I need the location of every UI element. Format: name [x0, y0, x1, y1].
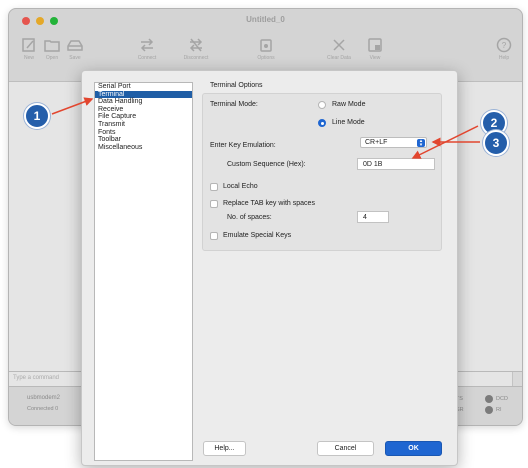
raw-mode-label: Raw Mode [332, 101, 366, 108]
options-dialog: Serial Port Terminal Data Handling Recei… [81, 70, 458, 466]
category-terminal[interactable]: Terminal [95, 90, 192, 99]
cancel-button[interactable]: Cancel [317, 441, 374, 456]
terminal-mode-label: Terminal Mode: [210, 101, 258, 108]
custom-sequence-label: Custom Sequence (Hex): [227, 161, 306, 168]
callout-badge-3: 3 [483, 130, 509, 156]
num-spaces-value: 4 [363, 213, 367, 221]
category-data-handling[interactable]: Data Handling [95, 98, 192, 106]
terminal-options-title: Terminal Options [210, 82, 263, 89]
custom-sequence-field[interactable]: 0D 1B [357, 158, 435, 170]
screenshot-stage: Untitled_0 New Open Save Connect Disconn… [0, 0, 528, 468]
ok-button[interactable]: OK [385, 441, 442, 456]
category-list[interactable]: Serial Port Terminal Data Handling Recei… [94, 82, 193, 461]
num-spaces-label: No. of spaces: [227, 214, 272, 221]
custom-sequence-value: 0D 1B [363, 160, 383, 168]
key-emulation-value: CR+LF [365, 139, 388, 146]
callout-badge-1: 1 [24, 103, 50, 129]
raw-mode-radio[interactable] [318, 101, 326, 109]
category-serial-port[interactable]: Serial Port [95, 83, 192, 91]
key-emulation-label: Enter Key Emulation: [210, 142, 276, 149]
category-miscellaneous[interactable]: Miscellaneous [95, 144, 192, 152]
select-stepper-icon: ▴ ▾ [417, 139, 425, 148]
replace-tab-label: Replace TAB key with spaces [223, 200, 315, 207]
emulate-keys-label: Emulate Special Keys [223, 232, 292, 239]
replace-tab-checkbox[interactable] [210, 200, 218, 208]
local-echo-label: Local Echo [223, 183, 258, 190]
local-echo-checkbox[interactable] [210, 183, 218, 191]
category-transmit[interactable]: Transmit [95, 121, 192, 129]
num-spaces-field[interactable]: 4 [357, 211, 389, 223]
category-receive[interactable]: Receive [95, 106, 192, 114]
help-button[interactable]: Help... [203, 441, 246, 456]
line-mode-label: Line Mode [332, 119, 365, 126]
emulate-keys-checkbox[interactable] [210, 232, 218, 240]
terminal-options-group [202, 93, 442, 251]
category-fonts[interactable]: Fonts [95, 129, 192, 137]
category-file-capture[interactable]: File Capture [95, 113, 192, 121]
key-emulation-select[interactable]: CR+LF ▴ ▾ [360, 137, 427, 148]
line-mode-radio[interactable] [318, 119, 326, 127]
category-toolbar[interactable]: Toolbar [95, 136, 192, 144]
